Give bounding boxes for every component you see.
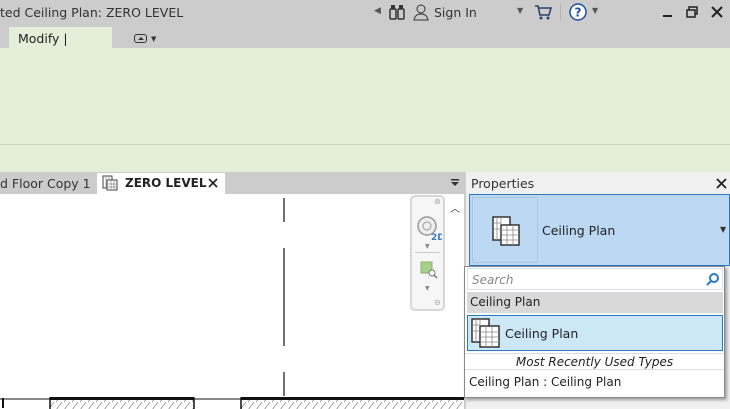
view-tab-zero-level[interactable]: ZERO LEVEL [97,173,225,194]
mru-item[interactable]: Ceiling Plan : Ceiling Plan [469,375,621,389]
type-dropdown-icon[interactable]: ▼ [720,225,726,234]
help-dropdown-icon[interactable]: ▼ [592,6,598,15]
navigation-bar: ⊗ 2D ▼ ▼ ⊖ [410,195,445,311]
view-tab-floor-copy[interactable]: d Floor Copy 1 [0,176,91,191]
type-item-label: Ceiling Plan [505,326,579,341]
window-title: ted Ceiling Plan: ZERO LEVEL [0,5,184,20]
properties-close-icon[interactable] [716,178,727,189]
mru-header: Most Recently Used Types [465,353,724,370]
wheel-dropdown-icon[interactable]: ▼ [425,243,430,250]
type-selector-label: Ceiling Plan [542,223,616,238]
type-selector[interactable]: Ceiling Plan ▼ [469,194,730,266]
navbar-close-icon[interactable]: ⊗ [434,197,441,206]
search-icon[interactable] [706,272,720,286]
divider [560,3,561,21]
ribbon-divider [0,144,730,145]
svg-text:?: ? [575,6,582,20]
view-tab-label: ZERO LEVEL [125,176,207,190]
ribbon-minimize-icon[interactable] [134,34,147,43]
scroll-up-icon[interactable]: ︿ [450,200,460,215]
navbar-2d-label: 2D [431,233,442,241]
properties-title: Properties [471,176,535,191]
type-item-ceiling-plan[interactable]: Ceiling Plan [467,315,723,351]
tab-modify-callout[interactable]: Modify | Callout [9,27,112,61]
close-icon[interactable] [711,6,723,18]
ceiling-plan-icon [492,216,520,246]
ceiling-plan-icon [471,318,500,348]
zoom-dropdown-icon[interactable]: ▼ [425,285,430,292]
view-tab-bar: d Floor Copy 1 ZERO LEVEL [0,172,464,194]
caret-left-icon[interactable]: ◀ [374,6,381,16]
ribbon-panel [0,48,730,172]
user-icon[interactable] [412,3,430,21]
minimize-icon[interactable] [663,15,672,17]
search-placeholder: Search [472,273,514,287]
cart-icon[interactable] [534,4,552,20]
type-preview [472,197,538,263]
divider [415,252,440,253]
sign-in-dropdown-icon[interactable]: ▼ [517,6,523,15]
sign-in-link[interactable]: Sign In [434,5,477,20]
restore-icon[interactable] [686,6,698,18]
type-dropdown: Search Ceiling Plan Ceiling Plan Most Re… [464,266,725,398]
binoculars-icon[interactable] [389,4,405,20]
zoom-icon[interactable] [420,261,438,279]
steering-wheel-icon[interactable]: 2D [416,215,442,241]
search-input[interactable]: Search [467,268,723,290]
close-tab-icon[interactable] [208,178,218,188]
drawing-canvas[interactable] [0,194,464,409]
tab-list-dropdown-icon[interactable] [450,178,460,188]
help-icon[interactable]: ? [569,3,587,21]
plan-drawing [0,198,464,409]
ribbon-options-dropdown-icon[interactable]: ▼ [151,35,156,43]
title-bar: ted Ceiling Plan: ZERO LEVEL ◀ Sign In ▼… [0,0,730,27]
ceiling-plan-icon [102,175,118,191]
wall [0,397,464,409]
navbar-options-icon[interactable]: ⊖ [434,298,441,307]
group-header: Ceiling Plan [467,292,723,313]
